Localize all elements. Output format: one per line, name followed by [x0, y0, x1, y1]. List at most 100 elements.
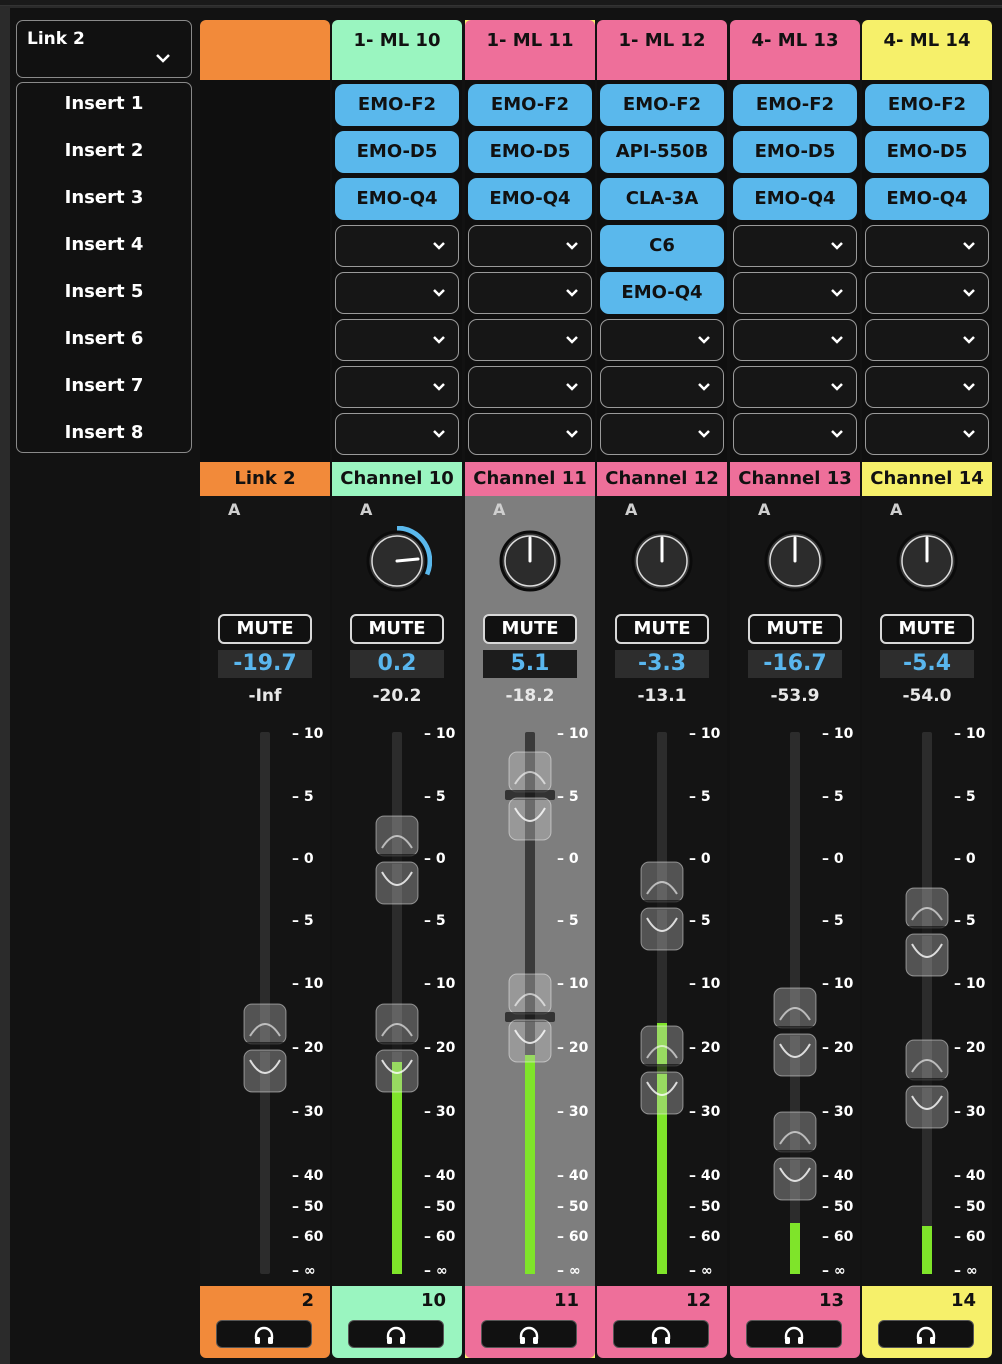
empty-insert-slot[interactable] — [468, 319, 592, 361]
volume-fader[interactable] — [768, 984, 822, 1080]
plugin-insert-button[interactable]: EMO-Q4 — [865, 178, 989, 220]
plugin-insert-button[interactable]: API-550B — [600, 131, 724, 173]
empty-insert-slot[interactable] — [335, 319, 459, 361]
empty-insert-slot[interactable] — [865, 272, 989, 314]
volume-fader[interactable] — [900, 884, 954, 980]
empty-insert-slot[interactable] — [865, 413, 989, 455]
volume-fader[interactable] — [635, 858, 689, 954]
chevron-down-icon — [831, 430, 843, 438]
plugin-insert-button[interactable]: EMO-F2 — [468, 84, 592, 126]
empty-insert-slot[interactable] — [733, 225, 857, 267]
empty-insert-slot[interactable] — [600, 319, 724, 361]
plugin-insert-button[interactable]: EMO-F2 — [733, 84, 857, 126]
mute-button[interactable]: MUTE — [350, 614, 444, 644]
volume-fader[interactable] — [370, 812, 424, 908]
empty-insert-slot[interactable] — [600, 366, 724, 408]
empty-insert-slot[interactable] — [335, 366, 459, 408]
strip-header[interactable]: 4- ML 13 — [730, 20, 860, 80]
insert-item[interactable]: Insert 8 — [17, 422, 191, 443]
plugin-insert-button[interactable]: EMO-D5 — [468, 131, 592, 173]
volume-fader[interactable] — [503, 748, 557, 844]
empty-insert-slot[interactable] — [733, 366, 857, 408]
pan-knob[interactable] — [760, 526, 830, 596]
gain-readout[interactable]: 5.1 — [483, 650, 577, 678]
empty-insert-slot[interactable] — [733, 272, 857, 314]
cue-button[interactable] — [746, 1320, 842, 1348]
strip-header[interactable]: 1- ML 12 — [597, 20, 727, 80]
pan-knob[interactable] — [495, 526, 565, 596]
plugin-insert-button[interactable]: EMO-F2 — [600, 84, 724, 126]
mute-button[interactable]: MUTE — [218, 614, 312, 644]
plugin-insert-button[interactable]: CLA-3A — [600, 178, 724, 220]
gain-readout[interactable]: -16.7 — [748, 650, 842, 678]
empty-insert-slot[interactable] — [335, 272, 459, 314]
channel-strip: Link 2 A MUTE -19.7 -Inf – 10– 5– 0– 5– 10– 2… — [200, 20, 330, 1358]
pan-knob[interactable] — [892, 526, 962, 596]
scale-value: 0 — [700, 851, 711, 867]
scale-tick: – — [424, 789, 436, 805]
strip-header[interactable] — [200, 20, 330, 80]
gain-readout[interactable]: 0.2 — [350, 650, 444, 678]
gain-readout[interactable]: -3.3 — [615, 650, 709, 678]
plugin-insert-button[interactable]: EMO-F2 — [865, 84, 989, 126]
empty-insert-slot[interactable] — [468, 272, 592, 314]
plugin-insert-button[interactable]: C6 — [600, 225, 724, 267]
empty-insert-slot[interactable] — [335, 225, 459, 267]
plugin-insert-button[interactable]: EMO-Q4 — [468, 178, 592, 220]
insert-item[interactable]: Insert 3 — [17, 187, 191, 208]
insert-item[interactable]: Insert 5 — [17, 281, 191, 302]
gain-readout[interactable]: -5.4 — [880, 650, 974, 678]
fader-track[interactable] — [922, 732, 932, 1274]
empty-insert-slot[interactable] — [733, 319, 857, 361]
plugin-insert-button[interactable]: EMO-D5 — [865, 131, 989, 173]
mute-button[interactable]: MUTE — [615, 614, 709, 644]
plugin-insert-button[interactable]: EMO-D5 — [335, 131, 459, 173]
link-select-dropdown[interactable]: Link 2 — [16, 20, 192, 78]
empty-insert-slot[interactable] — [733, 413, 857, 455]
empty-insert-slot[interactable] — [468, 225, 592, 267]
strip-header[interactable]: 4- ML 14 — [862, 20, 992, 80]
aux-fader[interactable] — [503, 970, 557, 1066]
empty-insert-slot[interactable] — [865, 225, 989, 267]
mute-button[interactable]: MUTE — [748, 614, 842, 644]
plugin-insert-button[interactable]: EMO-Q4 — [335, 178, 459, 220]
empty-insert-slot[interactable] — [865, 366, 989, 408]
cue-button[interactable] — [613, 1320, 709, 1348]
empty-insert-slot[interactable] — [468, 366, 592, 408]
plugin-insert-button[interactable]: EMO-Q4 — [733, 178, 857, 220]
cue-button[interactable] — [348, 1320, 444, 1348]
insert-item[interactable]: Insert 4 — [17, 234, 191, 255]
aux-fader[interactable] — [635, 1022, 689, 1118]
aux-fader[interactable] — [370, 1000, 424, 1096]
empty-insert-slot[interactable] — [468, 413, 592, 455]
scale-value: 5 — [303, 789, 314, 805]
plugin-insert-button[interactable]: EMO-D5 — [733, 131, 857, 173]
strip-header[interactable]: 1- ML 10 — [332, 20, 462, 80]
insert-item[interactable]: Insert 6 — [17, 328, 191, 349]
scale-value: 40 — [435, 1168, 456, 1184]
cue-button[interactable] — [878, 1320, 974, 1348]
plugin-insert-button[interactable]: EMO-F2 — [335, 84, 459, 126]
pan-knob[interactable] — [627, 526, 697, 596]
strip-header[interactable]: 1- ML 11 — [465, 20, 595, 80]
mute-button[interactable]: MUTE — [483, 614, 577, 644]
insert-item[interactable]: Insert 7 — [17, 375, 191, 396]
empty-insert-slot[interactable] — [600, 413, 724, 455]
plugin-insert-button[interactable]: EMO-Q4 — [600, 272, 724, 314]
scale-value: 0 — [303, 851, 314, 867]
pan-knob[interactable] — [362, 526, 432, 596]
scale-value: 50 — [303, 1199, 324, 1215]
scale-value: 0 — [435, 851, 446, 867]
cue-button[interactable] — [481, 1320, 577, 1348]
empty-insert-slot[interactable] — [865, 319, 989, 361]
insert-item[interactable]: Insert 2 — [17, 140, 191, 161]
empty-insert-slot[interactable] — [335, 413, 459, 455]
aux-fader[interactable] — [768, 1108, 822, 1204]
channel-strip: 4- ML 14 EMO-F2 EMO-D5 EMO-Q4 Channel 14 A MUT… — [862, 20, 992, 1358]
volume-fader[interactable] — [238, 1000, 292, 1096]
mute-button[interactable]: MUTE — [880, 614, 974, 644]
cue-button[interactable] — [216, 1320, 312, 1348]
aux-fader[interactable] — [900, 1036, 954, 1132]
gain-readout[interactable]: -19.7 — [218, 650, 312, 678]
insert-item[interactable]: Insert 1 — [17, 93, 191, 114]
